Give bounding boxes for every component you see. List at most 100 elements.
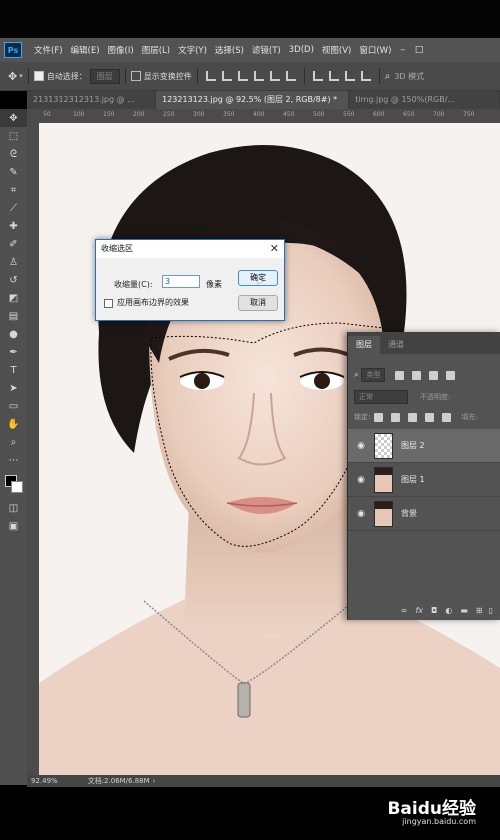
rectangle-tool-icon[interactable]: ▭ [0, 397, 27, 415]
tab-channels[interactable]: 通道 [380, 336, 412, 354]
zoom-tool-icon[interactable]: ⌕ [0, 433, 27, 451]
tab-document-1[interactable]: 2131312312313.jpg @ ... [27, 91, 156, 109]
align-left-icon[interactable] [253, 71, 264, 81]
menu-filter[interactable]: 滤镜(T) [248, 44, 285, 56]
lasso-tool-icon[interactable]: ᘓ [0, 145, 27, 163]
healing-brush-tool-icon[interactable]: ✚ [0, 217, 27, 235]
menu-layer[interactable]: 图层(L) [138, 44, 174, 56]
adjustment-icon[interactable]: ◐ [445, 606, 452, 615]
auto-select-target-dropdown[interactable]: 图层 [89, 68, 120, 84]
ruler-tick: 400 [253, 111, 265, 118]
hand-tool-icon[interactable]: ✋ [0, 415, 27, 433]
search-icon[interactable]: ⌕ [354, 370, 358, 380]
move-tool-icon[interactable]: ✥ [0, 109, 27, 127]
menu-image[interactable]: 图像(I) [104, 44, 138, 56]
lock-transparent-icon[interactable] [374, 412, 384, 422]
screen-mode-icon[interactable]: ▣ [0, 517, 27, 535]
tab-layers[interactable]: 图层 [348, 336, 380, 354]
align-bottom-icon[interactable] [237, 71, 248, 81]
menu-edit[interactable]: 编辑(E) [67, 44, 104, 56]
distribute-middle-icon[interactable] [328, 71, 339, 81]
menu-3d[interactable]: 3D(D) [285, 45, 318, 55]
chevron-right-icon[interactable]: › [153, 777, 156, 785]
chevron-down-icon[interactable]: ▾ [19, 72, 23, 80]
apply-canvas-bounds-label: 应用画布边界的效果 [117, 298, 189, 307]
layer-row-layer2[interactable]: ◉ 图层 2 [348, 429, 500, 463]
eraser-tool-icon[interactable]: ◩ [0, 289, 27, 307]
dodge-tool-icon[interactable]: ● [0, 325, 27, 343]
layer-row-background[interactable]: ◉ 背景 [348, 497, 500, 531]
lock-artboard-icon[interactable] [425, 412, 435, 422]
3d-mode-label: 3D 模式 [394, 71, 425, 81]
layers-panel: 图层 通道 ⌕ 类型 正常 不透明度: 锁定: 填充: ◉ 图层 2 ◉ 图层 … [347, 332, 500, 620]
menu-window[interactable]: 窗口(W) [355, 44, 395, 56]
align-top-icon[interactable] [205, 71, 216, 81]
distribute-left-icon[interactable] [360, 71, 371, 81]
contract-selection-dialog: 收缩选区 ✕ 收缩量(C): 像素 应用画布边界的效果 确定 取消 ➤ [95, 239, 285, 321]
menu-select[interactable]: 选择(S) [211, 44, 248, 56]
cancel-button[interactable]: 取消 [238, 295, 278, 311]
move-tool-icon[interactable]: ✥ [8, 70, 17, 83]
more-tools-icon[interactable]: ⋯ [0, 451, 27, 469]
lock-all-icon[interactable] [442, 412, 452, 422]
menu-view[interactable]: 视图(V) [318, 44, 355, 56]
menu-type[interactable]: 文字(Y) [174, 44, 211, 56]
lock-pixels-icon[interactable] [391, 412, 401, 422]
tab-document-3[interactable]: timg.jpg @ 150%(RGB/... [349, 91, 499, 109]
clone-stamp-tool-icon[interactable]: ♙ [0, 253, 27, 271]
folder-icon[interactable]: ▬ [460, 606, 468, 615]
background-color-swatch[interactable] [11, 481, 23, 493]
type-tool-icon[interactable]: T [0, 361, 27, 379]
minimize-button[interactable]: – [395, 45, 410, 55]
tab-document-2[interactable]: 123213123.jpg @ 92.5% (图层 2, RGB/8#) * [156, 91, 349, 109]
shape-filter-icon[interactable] [446, 370, 456, 380]
distribute-top-icon[interactable] [312, 71, 323, 81]
gradient-tool-icon[interactable]: ▤ [0, 307, 27, 325]
auto-select-checkbox[interactable] [33, 71, 44, 81]
show-transform-checkbox[interactable] [130, 71, 141, 81]
brush-tool-icon[interactable]: ✐ [0, 235, 27, 253]
crop-tool-icon[interactable]: ⌗ [0, 181, 27, 199]
visibility-eye-icon[interactable]: ◉ [354, 475, 368, 485]
adjustment-filter-icon[interactable] [412, 370, 422, 380]
ruler-tick: 300 [193, 111, 205, 118]
zoom-level[interactable]: 92.49% [31, 777, 58, 785]
ruler-tick: 200 [133, 111, 145, 118]
eyedropper-tool-icon[interactable]: ⟋ [0, 199, 27, 217]
menu-file[interactable]: 文件(F) [30, 44, 67, 56]
blend-mode-dropdown[interactable]: 正常 [354, 390, 408, 404]
search-icon[interactable]: ⌕ [385, 71, 391, 82]
quick-mask-icon[interactable]: ◫ [0, 499, 27, 517]
pen-tool-icon[interactable]: ✒ [0, 343, 27, 361]
close-icon[interactable]: ✕ [270, 242, 279, 255]
align-middle-icon[interactable] [221, 71, 232, 81]
watermark-brand: Baidu经验 [387, 799, 476, 819]
document-info[interactable]: 文档:2.06M/6.88M [88, 776, 150, 786]
layer-row-layer1[interactable]: ◉ 图层 1 [348, 463, 500, 497]
link-icon[interactable]: ∞ [401, 606, 408, 615]
distribute-bottom-icon[interactable] [344, 71, 355, 81]
separator [124, 68, 126, 84]
path-select-tool-icon[interactable]: ➤ [0, 379, 27, 397]
options-bar: ✥ ▾ 自动选择： 图层 显示变换控件 ⌕ 3D 模式 [0, 62, 500, 91]
new-layer-icon[interactable]: ⊞ [476, 606, 483, 615]
history-brush-tool-icon[interactable]: ↺ [0, 271, 27, 289]
separator [303, 68, 305, 84]
maximize-button[interactable]: □ [410, 45, 429, 55]
align-right-icon[interactable] [285, 71, 296, 81]
visibility-eye-icon[interactable]: ◉ [354, 509, 368, 519]
apply-canvas-bounds-checkbox[interactable] [104, 299, 113, 308]
align-center-icon[interactable] [269, 71, 280, 81]
contract-amount-input[interactable] [162, 275, 200, 288]
color-swatches[interactable] [0, 469, 27, 499]
trash-icon[interactable]: ▯ [489, 606, 493, 615]
marquee-tool-icon[interactable]: ⬚ [0, 127, 27, 145]
visibility-eye-icon[interactable]: ◉ [354, 441, 368, 451]
quick-select-tool-icon[interactable]: ✎ [0, 163, 27, 181]
mask-icon[interactable]: ◘ [431, 606, 437, 615]
type-filter-icon[interactable] [429, 370, 439, 380]
fx-icon[interactable]: fx [415, 606, 423, 615]
layer-type-filter[interactable]: 类型 [361, 368, 386, 382]
lock-position-icon[interactable] [408, 412, 418, 422]
pixel-filter-icon[interactable] [395, 370, 405, 380]
